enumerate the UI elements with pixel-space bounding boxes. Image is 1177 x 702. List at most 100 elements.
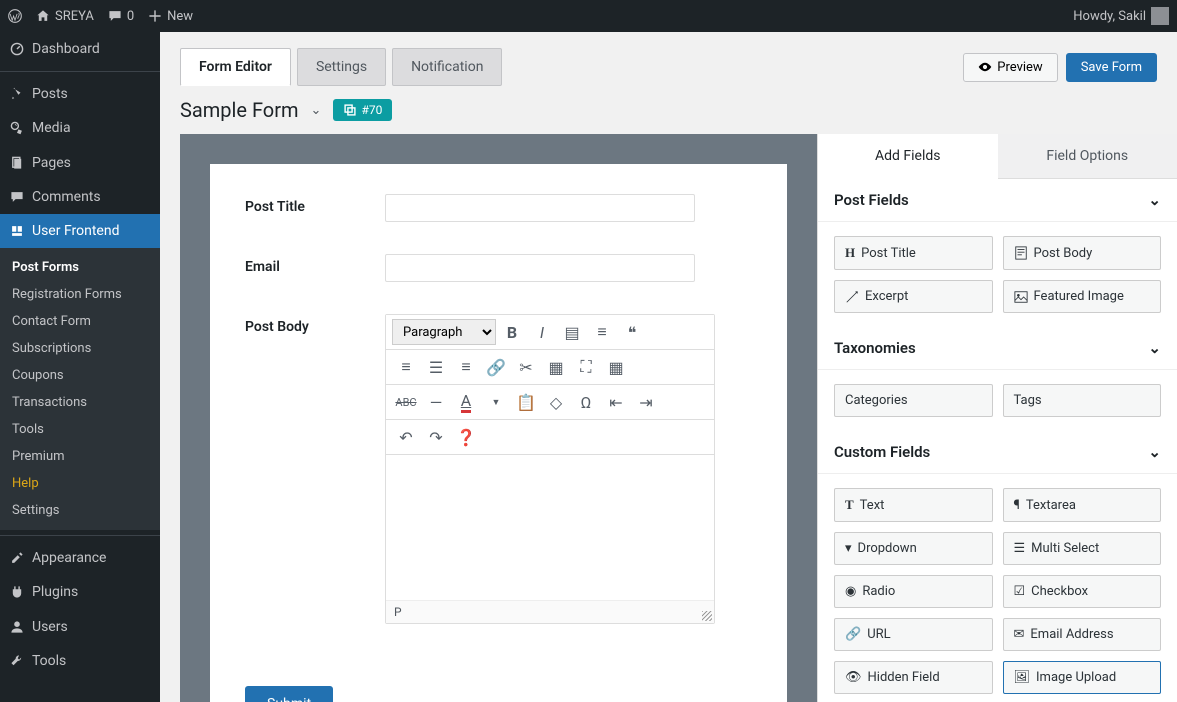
more-icon[interactable]: ▦ <box>542 353 570 381</box>
fullscreen-icon[interactable]: ⛶ <box>572 353 600 381</box>
format-select[interactable]: Paragraph <box>392 319 496 345</box>
save-form-button[interactable]: Save Form <box>1066 53 1157 82</box>
strike-icon[interactable]: ABC <box>392 388 420 416</box>
bold-icon[interactable]: B <box>498 318 526 346</box>
form-title[interactable]: Sample Form <box>180 98 299 122</box>
link-icon[interactable]: 🔗 <box>482 353 510 381</box>
fields-panel: Add Fields Field Options Post Fields⌄ HP… <box>817 134 1177 702</box>
submenu-user-frontend: Post Forms Registration Forms Contact Fo… <box>0 248 160 530</box>
tab-add-fields[interactable]: Add Fields <box>818 134 998 179</box>
submit-button[interactable]: Submit <box>245 686 333 702</box>
field-btn-categories[interactable]: Categories <box>834 384 993 417</box>
admin-bar: SREYA 0 New Howdy, Sakil <box>0 0 1177 32</box>
resize-grip[interactable] <box>702 611 712 621</box>
submenu-help[interactable]: Help <box>0 470 160 497</box>
admin-sidebar: Dashboard Posts Media Pages Comments Use… <box>0 32 160 702</box>
quote-icon[interactable]: ❝ <box>618 318 646 346</box>
hr-icon[interactable]: — <box>422 388 450 416</box>
preview-button[interactable]: Preview <box>963 53 1057 82</box>
redo-icon[interactable]: ↷ <box>422 423 450 451</box>
field-btn-checkbox[interactable]: ☑Checkbox <box>1003 575 1162 608</box>
field-btn-featured-image[interactable]: Featured Image <box>1003 280 1162 313</box>
field-btn-hidden-field[interactable]: 👁Hidden Field <box>834 661 993 694</box>
email-input[interactable] <box>385 254 695 282</box>
unlink-icon[interactable]: ✂ <box>512 353 540 381</box>
italic-icon[interactable]: I <box>528 318 556 346</box>
field-post-body[interactable]: Post Body Paragraph B I ▤ ≡ ❝ <box>245 314 752 624</box>
chevron-down-icon[interactable]: ⌄ <box>311 103 322 118</box>
greeting[interactable]: Howdy, Sakil <box>1073 7 1169 25</box>
submenu-transactions[interactable]: Transactions <box>0 389 160 416</box>
tab-settings[interactable]: Settings <box>297 48 386 86</box>
submenu-registration-forms[interactable]: Registration Forms <box>0 281 160 308</box>
field-btn-post-body[interactable]: Post Body <box>1003 236 1162 270</box>
submenu-tools[interactable]: Tools <box>0 416 160 443</box>
ol-icon[interactable]: ≡ <box>588 318 616 346</box>
menu-dashboard[interactable]: Dashboard <box>0 32 160 66</box>
chevron-down-icon: ⌄ <box>1148 191 1161 209</box>
field-btn-text[interactable]: TText <box>834 488 993 522</box>
menu-users[interactable]: Users <box>0 610 160 644</box>
form-canvas: Post Title Email Post Body <box>210 164 787 702</box>
editor-body[interactable] <box>386 455 714 600</box>
submenu-settings[interactable]: Settings <box>0 497 160 524</box>
menu-tools[interactable]: Tools <box>0 644 160 678</box>
align-left-icon[interactable]: ≡ <box>392 353 420 381</box>
submenu-post-forms[interactable]: Post Forms <box>0 254 160 281</box>
field-btn-dropdown[interactable]: ▾Dropdown <box>834 532 993 565</box>
tab-field-options[interactable]: Field Options <box>998 134 1177 179</box>
submenu-coupons[interactable]: Coupons <box>0 362 160 389</box>
field-label: Post Body <box>245 314 385 335</box>
wp-logo[interactable] <box>8 9 22 23</box>
menu-user-frontend[interactable]: User Frontend <box>0 214 160 248</box>
menu-media[interactable]: Media <box>0 111 160 145</box>
comments-link[interactable]: 0 <box>108 9 134 24</box>
field-btn-url[interactable]: 🔗URL <box>834 618 993 651</box>
form-canvas-wrapper[interactable]: Post Title Email Post Body <box>180 134 817 702</box>
submenu-subscriptions[interactable]: Subscriptions <box>0 335 160 362</box>
submenu-premium[interactable]: Premium <box>0 443 160 470</box>
tab-form-editor[interactable]: Form Editor <box>180 48 291 86</box>
editor-toolbar-row1: Paragraph B I ▤ ≡ ❝ <box>386 315 714 350</box>
site-link[interactable]: SREYA <box>36 9 94 24</box>
submenu-contact-form[interactable]: Contact Form <box>0 308 160 335</box>
post-title-input[interactable] <box>385 194 695 222</box>
menu-plugins[interactable]: Plugins <box>0 575 160 609</box>
field-post-title[interactable]: Post Title <box>245 194 752 222</box>
field-btn-excerpt[interactable]: Excerpt <box>834 280 993 313</box>
align-center-icon[interactable]: ☰ <box>422 353 450 381</box>
clear-icon[interactable]: ◇ <box>542 388 570 416</box>
form-id-badge[interactable]: #70 <box>333 99 392 121</box>
align-right-icon[interactable]: ≡ <box>452 353 480 381</box>
field-email[interactable]: Email <box>245 254 752 282</box>
field-btn-email-address[interactable]: ✉Email Address <box>1003 618 1162 651</box>
paste-icon[interactable]: 📋 <box>512 388 540 416</box>
menu-posts[interactable]: Posts <box>0 77 160 111</box>
char-icon[interactable]: Ω <box>572 388 600 416</box>
section-post-fields[interactable]: Post Fields⌄ <box>818 179 1177 222</box>
field-btn-image-upload[interactable]: 🖼Image Upload <box>1003 661 1162 694</box>
textcolor-icon[interactable]: A <box>452 388 480 416</box>
ul-icon[interactable]: ▤ <box>558 318 586 346</box>
toolbar-toggle-icon[interactable]: ▦ <box>602 353 630 381</box>
chevron-down-icon: ⌄ <box>1148 339 1161 357</box>
editor-toolbar-row3: ABC — A ▼ 📋 ◇ Ω ⇤ ⇥ <box>386 385 714 420</box>
menu-comments[interactable]: Comments <box>0 180 160 214</box>
help-icon[interactable]: ❓ <box>452 423 480 451</box>
field-btn-post-title[interactable]: HPost Title <box>834 236 993 270</box>
field-btn-radio[interactable]: ◉Radio <box>834 575 993 608</box>
field-btn-textarea[interactable]: ¶Textarea <box>1003 488 1162 522</box>
section-taxonomies[interactable]: Taxonomies⌄ <box>818 327 1177 370</box>
avatar <box>1151 7 1169 25</box>
textcolor-drop-icon[interactable]: ▼ <box>482 388 510 416</box>
indent-icon[interactable]: ⇥ <box>632 388 660 416</box>
undo-icon[interactable]: ↶ <box>392 423 420 451</box>
field-btn-multi-select[interactable]: ☰Multi Select <box>1003 532 1162 565</box>
outdent-icon[interactable]: ⇤ <box>602 388 630 416</box>
section-custom-fields[interactable]: Custom Fields⌄ <box>818 431 1177 474</box>
menu-pages[interactable]: Pages <box>0 146 160 180</box>
new-link[interactable]: New <box>148 9 193 24</box>
tab-notification[interactable]: Notification <box>392 48 502 86</box>
field-btn-tags[interactable]: Tags <box>1003 384 1162 417</box>
menu-appearance[interactable]: Appearance <box>0 541 160 575</box>
